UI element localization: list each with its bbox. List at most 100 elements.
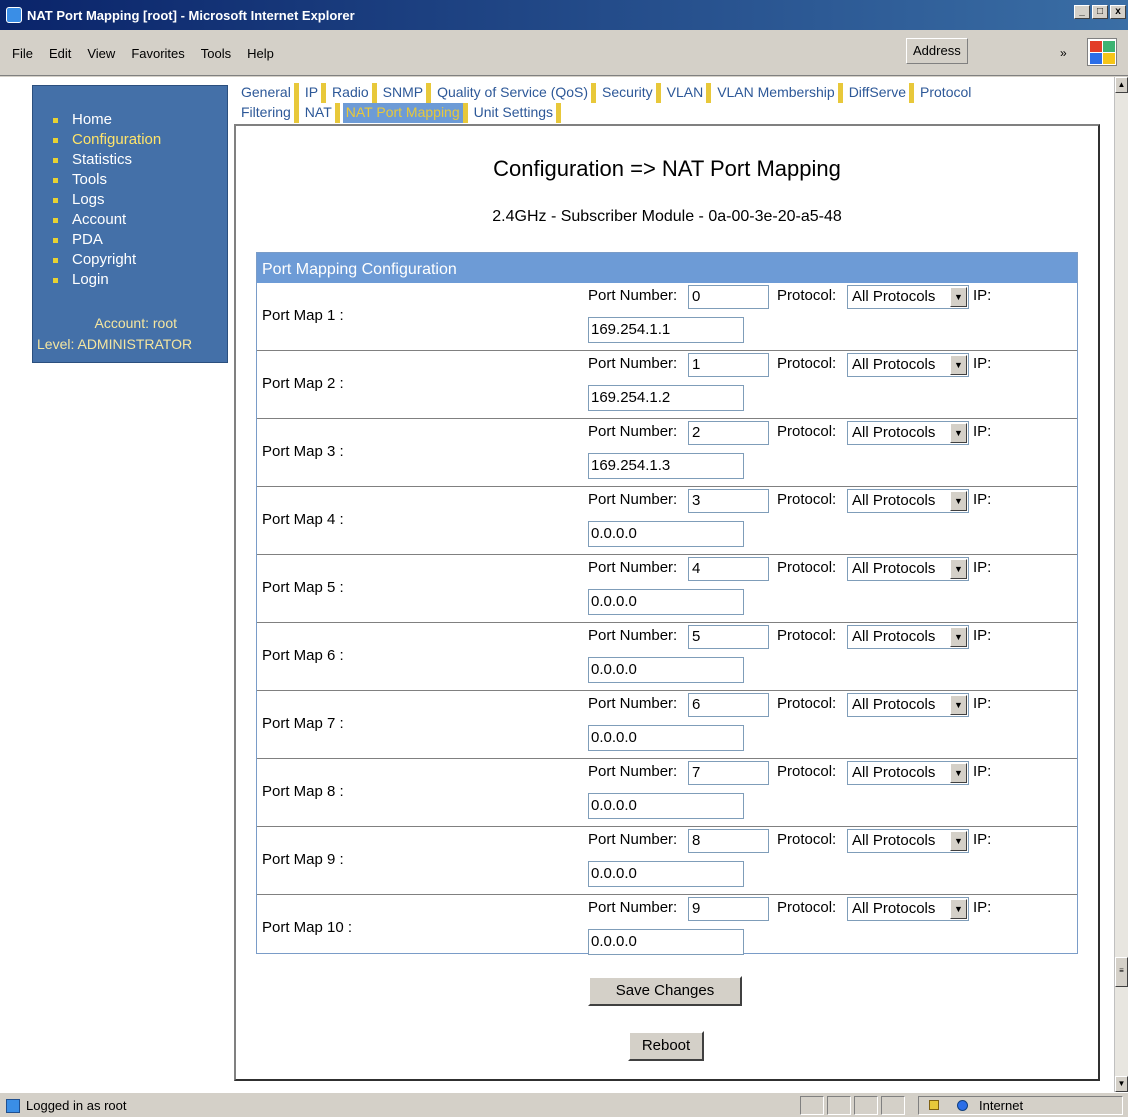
protocol-select[interactable]: All Protocols ▼ [847,285,969,309]
dropdown-arrow-icon[interactable]: ▼ [950,287,967,307]
port-number-input[interactable]: 3 [688,489,769,513]
protocol-select[interactable]: All Protocols ▼ [847,353,969,377]
minimize-button[interactable]: _ [1074,5,1090,19]
ip-input[interactable]: 0.0.0.0 [588,861,744,887]
ip-input[interactable]: 169.254.1.3 [588,453,744,479]
tab-qos[interactable]: Quality of Service (QoS) [434,83,597,103]
tab-bar: General IP Radio SNMP Quality of Service… [238,83,1088,123]
port-number-input[interactable]: 1 [688,353,769,377]
dropdown-arrow-icon[interactable]: ▼ [950,695,967,715]
dropdown-arrow-icon[interactable]: ▼ [950,355,967,375]
port-map-row: Port Map 7 : Port Number: 6 Protocol: All Pr… [257,691,1077,759]
dropdown-arrow-icon[interactable]: ▼ [950,627,967,647]
save-changes-button[interactable]: Save Changes [588,976,742,1006]
tab-snmp[interactable]: SNMP [379,83,432,103]
dropdown-arrow-icon[interactable]: ▼ [950,491,967,511]
ip-input[interactable]: 0.0.0.0 [588,725,744,751]
protocol-select[interactable]: All Protocols ▼ [847,761,969,785]
scroll-thumb[interactable]: ≡ [1115,957,1128,987]
tab-vlan[interactable]: VLAN [663,83,712,103]
ip-input[interactable]: 0.0.0.0 [588,929,744,955]
ip-input[interactable]: 169.254.1.2 [588,385,744,411]
menu-favorites[interactable]: Favorites [131,46,184,61]
port-number-input[interactable]: 9 [688,897,769,921]
sidebar-item-logs[interactable]: Logs [53,190,161,210]
sidebar-item-configuration[interactable]: Configuration [53,130,161,150]
protocol-label: Protocol: [777,559,837,576]
menu-tools[interactable]: Tools [201,46,231,61]
ip-input[interactable]: 0.0.0.0 [588,793,744,819]
port-number-input[interactable]: 6 [688,693,769,717]
protocol-select[interactable]: All Protocols ▼ [847,557,969,581]
vertical-scrollbar[interactable]: ▲ ≡ ▼ [1114,77,1128,1092]
protocol-select[interactable]: All Protocols ▼ [847,625,969,649]
port-number-input[interactable]: 2 [688,421,769,445]
sidebar-item-login[interactable]: Login [53,270,161,290]
ip-label: IP: [973,355,992,372]
menu-view[interactable]: View [87,46,115,61]
ip-input[interactable]: 0.0.0.0 [588,589,744,615]
bullet-icon [53,137,58,143]
tab-diffserve[interactable]: DiffServe [845,83,915,103]
tab-protocol-filtering[interactable]: Protocol [917,83,975,103]
port-number-label: Port Number: [588,355,678,372]
windows-logo-icon [1087,38,1117,66]
protocol-select[interactable]: All Protocols ▼ [847,693,969,717]
ip-input[interactable]: 169.254.1.1 [588,317,744,343]
port-number-input[interactable]: 8 [688,829,769,853]
protocol-select[interactable]: All Protocols ▼ [847,829,969,853]
protocol-label: Protocol: [777,831,837,848]
tab-vlan-membership[interactable]: VLAN Membership [714,83,843,103]
sidebar-item-account[interactable]: Account [53,210,161,230]
port-number-label: Port Number: [588,831,678,848]
tab-protocol-filtering-cont[interactable]: Filtering [238,103,299,123]
protocol-select[interactable]: All Protocols ▼ [847,897,969,921]
status-pane [881,1096,905,1115]
protocol-label: Protocol: [777,695,837,712]
globe-icon [957,1100,968,1111]
sidebar-item-tools[interactable]: Tools [53,170,161,190]
sidebar-item-home[interactable]: Home [53,110,161,130]
tab-nat-port-mapping[interactable]: NAT Port Mapping [342,103,468,123]
port-number-input[interactable]: 7 [688,761,769,785]
sidebar-item-statistics[interactable]: Statistics [53,150,161,170]
port-number-input[interactable]: 4 [688,557,769,581]
address-button[interactable]: Address [906,38,968,64]
dropdown-arrow-icon[interactable]: ▼ [950,559,967,579]
tab-general[interactable]: General [238,83,299,103]
port-number-label: Port Number: [588,559,678,576]
port-number-input[interactable]: 0 [688,285,769,309]
menu-edit[interactable]: Edit [49,46,71,61]
protocol-select[interactable]: All Protocols ▼ [847,421,969,445]
ip-input[interactable]: 0.0.0.0 [588,657,744,683]
toolbar-overflow-button[interactable]: » [1060,46,1067,60]
tab-nat[interactable]: NAT [301,103,340,123]
dropdown-arrow-icon[interactable]: ▼ [950,831,967,851]
protocol-value: All Protocols [852,832,936,849]
port-map-label: Port Map 8 : [262,783,344,800]
ip-input[interactable]: 0.0.0.0 [588,521,744,547]
port-number-input[interactable]: 5 [688,625,769,649]
port-map-label: Port Map 7 : [262,715,344,732]
menu-help[interactable]: Help [247,46,274,61]
tab-security[interactable]: Security [599,83,661,103]
dropdown-arrow-icon[interactable]: ▼ [950,763,967,783]
sidebar-item-pda[interactable]: PDA [53,230,161,250]
close-button[interactable]: x [1110,5,1126,19]
scroll-up-icon[interactable]: ▲ [1115,77,1128,93]
port-number-label: Port Number: [588,899,678,916]
protocol-select[interactable]: All Protocols ▼ [847,489,969,513]
tab-unit-settings[interactable]: Unit Settings [470,103,562,123]
dropdown-arrow-icon[interactable]: ▼ [950,423,967,443]
reboot-button[interactable]: Reboot [628,1031,704,1061]
port-map-row: Port Map 1 : Port Number: 0 Protocol: All Pr… [257,283,1077,351]
menu-file[interactable]: File [12,46,33,61]
bullet-icon [53,277,58,283]
scroll-down-icon[interactable]: ▼ [1115,1076,1128,1092]
tab-ip[interactable]: IP [301,83,327,103]
maximize-button[interactable]: □ [1092,5,1108,19]
window-title-bar: NAT Port Mapping [root] - Microsoft Inte… [0,0,1128,30]
dropdown-arrow-icon[interactable]: ▼ [950,899,967,919]
tab-radio[interactable]: Radio [329,83,377,103]
sidebar-item-copyright[interactable]: Copyright [53,250,161,270]
